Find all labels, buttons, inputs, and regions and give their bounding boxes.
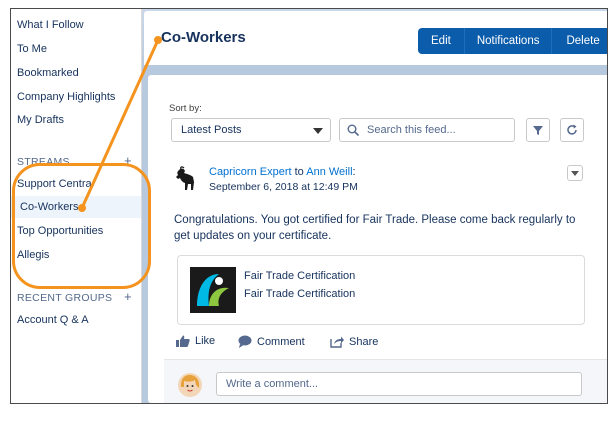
attachment-subtitle: Fair Trade Certification <box>244 288 356 300</box>
feed-search-input[interactable]: Search this feed... <box>339 118 515 142</box>
annotation-highlight-circle <box>12 163 151 289</box>
comment-action[interactable]: Comment <box>238 335 305 348</box>
filter-icon <box>533 126 543 135</box>
goat-avatar-icon <box>176 166 194 190</box>
screenshot-frame: What I Follow To Me Bookmarked Company H… <box>10 8 608 404</box>
post-to-word: to <box>294 166 304 178</box>
like-action[interactable]: Like <box>176 335 215 347</box>
sort-select[interactable]: Latest Posts <box>171 118 331 142</box>
stream-header: Co-Workers Edit Notifications Delete <box>144 11 607 65</box>
comment-input[interactable]: Write a comment... <box>216 372 582 396</box>
delete-button[interactable]: Delete <box>552 28 607 54</box>
user-avatar-icon <box>178 373 202 397</box>
like-label: Like <box>195 335 216 347</box>
attachment-title: Fair Trade Certification <box>244 270 356 282</box>
filter-button[interactable] <box>526 118 550 142</box>
post-header: Capricorn Expert to Ann Weill: <box>209 166 356 178</box>
post-recipient-link[interactable]: Ann Weill <box>306 166 352 178</box>
notifications-button[interactable]: Notifications <box>464 28 553 54</box>
post-menu-button[interactable] <box>567 165 583 181</box>
recent-groups-heading: RECENT GROUPS <box>17 292 113 304</box>
sort-label: Sort by: <box>169 103 202 114</box>
sidebar-item-what-i-follow[interactable]: What I Follow <box>17 19 84 31</box>
chevron-down-icon <box>571 171 579 176</box>
post-author-link[interactable]: Capricorn Expert <box>209 166 292 178</box>
share-icon <box>330 336 344 348</box>
post-body: Congratulations. You got certified for F… <box>174 214 576 242</box>
share-action[interactable]: Share <box>330 335 378 348</box>
refresh-icon <box>567 124 577 135</box>
share-label: Share <box>349 335 379 348</box>
add-group-plus-icon[interactable]: + <box>124 289 132 304</box>
page-title: Co-Workers <box>161 29 246 46</box>
sidebar-item-company-highlights[interactable]: Company Highlights <box>17 91 115 103</box>
sidebar-item-bookmarked[interactable]: Bookmarked <box>17 67 79 79</box>
search-placeholder: Search this feed... <box>367 124 456 136</box>
refresh-button[interactable] <box>560 118 584 142</box>
main-panel: Co-Workers Edit Notifications Delete Sor… <box>142 9 607 403</box>
chevron-down-icon <box>313 128 323 134</box>
speech-bubble-icon <box>238 335 252 348</box>
edit-button[interactable]: Edit <box>418 28 465 54</box>
search-icon <box>347 124 359 136</box>
header-button-group: Edit Notifications Delete <box>418 28 607 54</box>
sort-select-value: Latest Posts <box>181 124 242 136</box>
sidebar-item-account-q-a[interactable]: Account Q & A <box>17 314 89 326</box>
sidebar-item-my-drafts[interactable]: My Drafts <box>17 114 64 126</box>
comment-label: Comment <box>257 335 305 348</box>
thumbs-up-icon <box>176 335 190 347</box>
attachment-card[interactable]: Fair Trade Certification Fair Trade Cert… <box>177 255 585 325</box>
post-colon: : <box>352 166 356 178</box>
sidebar-item-to-me[interactable]: To Me <box>17 43 47 55</box>
post-timestamp[interactable]: September 6, 2018 at 12:49 PM <box>209 181 358 193</box>
fair-trade-logo-icon <box>190 267 236 313</box>
